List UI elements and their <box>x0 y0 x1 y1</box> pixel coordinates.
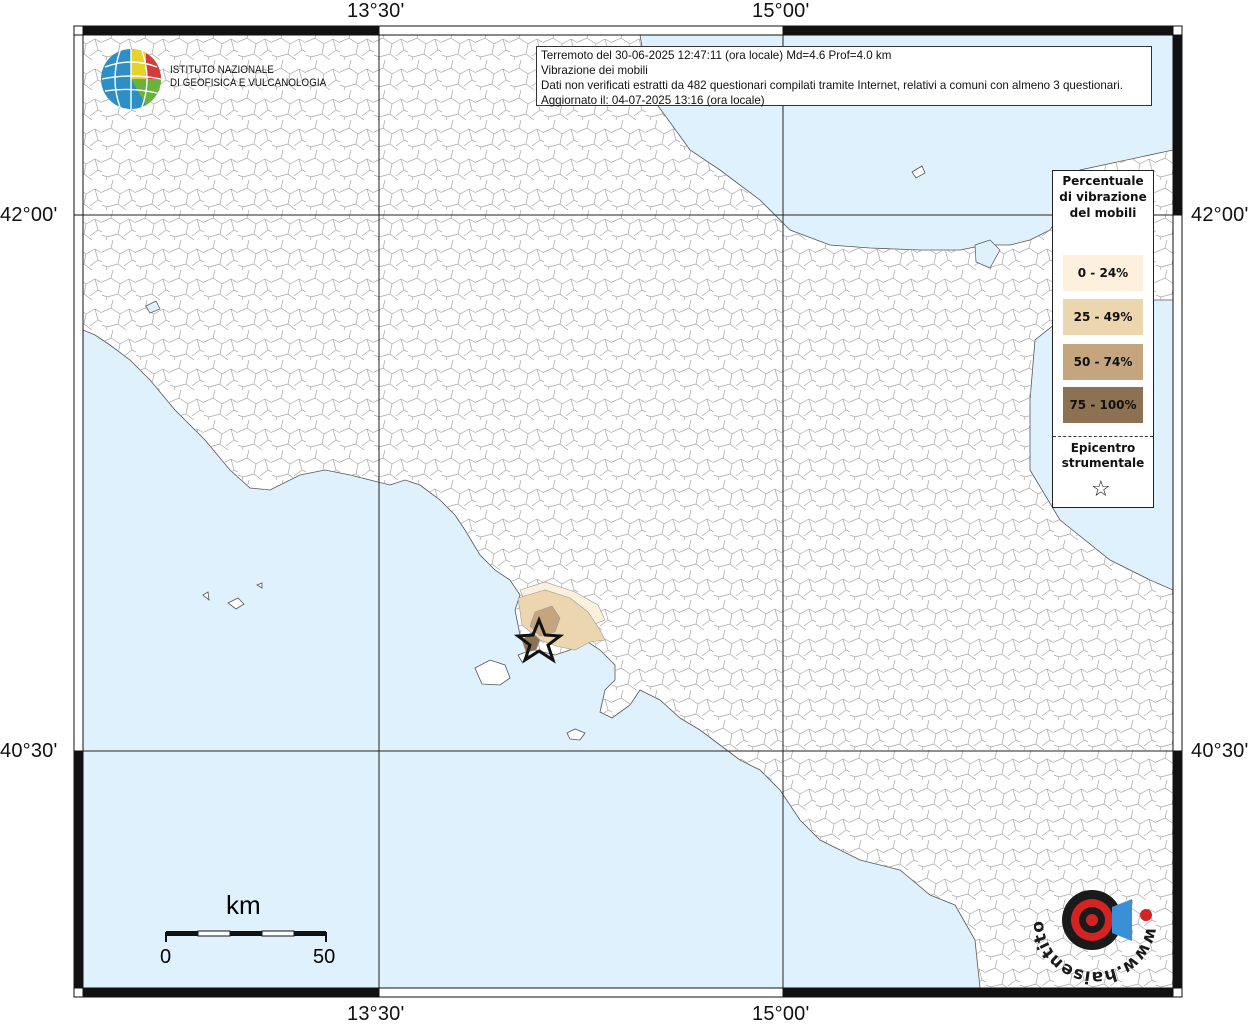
legend-item-label: 25 - 49% <box>1073 310 1133 324</box>
data-note: Dati non verificati estratti da 482 ques… <box>541 79 1123 92</box>
legend-star-icon: ☆ <box>1091 477 1111 502</box>
lon-label-top-2: 15°00' <box>752 0 810 22</box>
lon-label-top-1: 13°30' <box>347 0 405 22</box>
scale-max-label: 50 <box>313 946 336 968</box>
legend-item-0-24: 0 - 24% <box>1063 255 1143 291</box>
lat-label-left-1: 42°00' <box>0 204 58 226</box>
ingv-name-line1: ISTITUTO NAZIONALE <box>170 64 274 76</box>
legend-epicenter-label: Epicentro strumentale <box>1061 441 1145 470</box>
lon-label-bottom-1: 13°30' <box>347 1003 405 1025</box>
scale-unit: km <box>226 890 261 920</box>
legend: Percentuale di vibrazione del mobili 0 -… <box>1052 170 1154 508</box>
update-time: Aggiornato il: 04-07-2025 13:16 (ora loc… <box>541 94 765 107</box>
legend-divider <box>1053 436 1153 437</box>
scale-bar-graphic <box>165 930 327 942</box>
legend-item-label: 75 - 100% <box>1069 398 1137 412</box>
event-title: Terremoto del 30-06-2025 12:47:11 (ora l… <box>541 49 892 62</box>
haisentito-logo: www.haisentitoilterremoto.it <box>1021 840 1161 987</box>
event-info-box: Terremoto del 30-06-2025 12:47:11 (ora l… <box>536 46 1152 107</box>
lon-label-bottom-2: 15°00' <box>752 1003 810 1025</box>
legend-item-label: 0 - 24% <box>1077 266 1129 280</box>
lat-label-left-2: 40°30' <box>0 740 58 762</box>
lat-label-right-1: 42°00' <box>1191 204 1249 226</box>
legend-item-75-100: 75 - 100% <box>1063 387 1143 423</box>
scale-bar: km 0 50 <box>160 890 360 970</box>
legend-item-50-74: 50 - 74% <box>1063 344 1143 380</box>
map-subject: Vibrazione dei mobili <box>541 64 648 77</box>
legend-item-label: 50 - 74% <box>1073 355 1133 369</box>
legend-item-25-49: 25 - 49% <box>1063 299 1143 335</box>
scale-min-label: 0 <box>160 946 172 968</box>
ingv-logo: ISTITUTO NAZIONALE DI GEOFISICA E VULCAN… <box>100 47 326 113</box>
ingv-globe-icon <box>101 49 162 109</box>
legend-title: Percentuale di vibrazione del mobili <box>1059 174 1147 220</box>
ingv-name-line2: DI GEOFISICA E VULCANOLOGIA <box>170 77 327 89</box>
lat-label-right-2: 40°30' <box>1191 740 1249 762</box>
seismograph-target-icon: www.haisentitoilterremoto.it <box>1021 840 1161 987</box>
